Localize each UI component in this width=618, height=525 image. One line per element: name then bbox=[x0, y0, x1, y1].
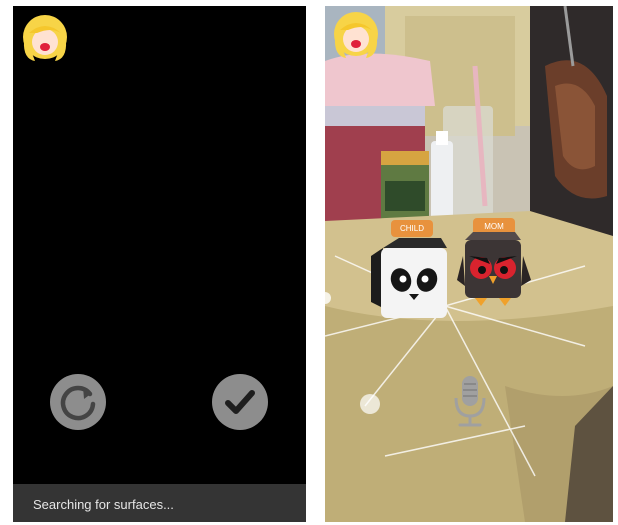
mom-character[interactable] bbox=[457, 230, 531, 315]
profile-avatar[interactable] bbox=[17, 11, 73, 67]
searching-message: Searching for surfaces... bbox=[33, 497, 174, 512]
refresh-icon bbox=[60, 385, 96, 421]
microphone-button[interactable] bbox=[452, 374, 488, 430]
reset-button[interactable] bbox=[50, 374, 106, 430]
blonde-avatar-icon bbox=[23, 15, 67, 61]
microphone-icon bbox=[454, 376, 486, 427]
panda-icon bbox=[371, 238, 447, 318]
right-phone-screen: CHILD MOM bbox=[325, 6, 613, 522]
confirm-button[interactable] bbox=[212, 374, 268, 430]
blonde-avatar-icon bbox=[334, 12, 378, 58]
checkmark-icon bbox=[225, 390, 255, 414]
child-character[interactable] bbox=[369, 234, 451, 325]
angry-owl-icon bbox=[457, 232, 531, 306]
left-phone-screen: Searching for surfaces... bbox=[13, 6, 306, 522]
status-banner: Searching for surfaces... bbox=[13, 484, 306, 522]
profile-avatar[interactable] bbox=[328, 8, 384, 64]
